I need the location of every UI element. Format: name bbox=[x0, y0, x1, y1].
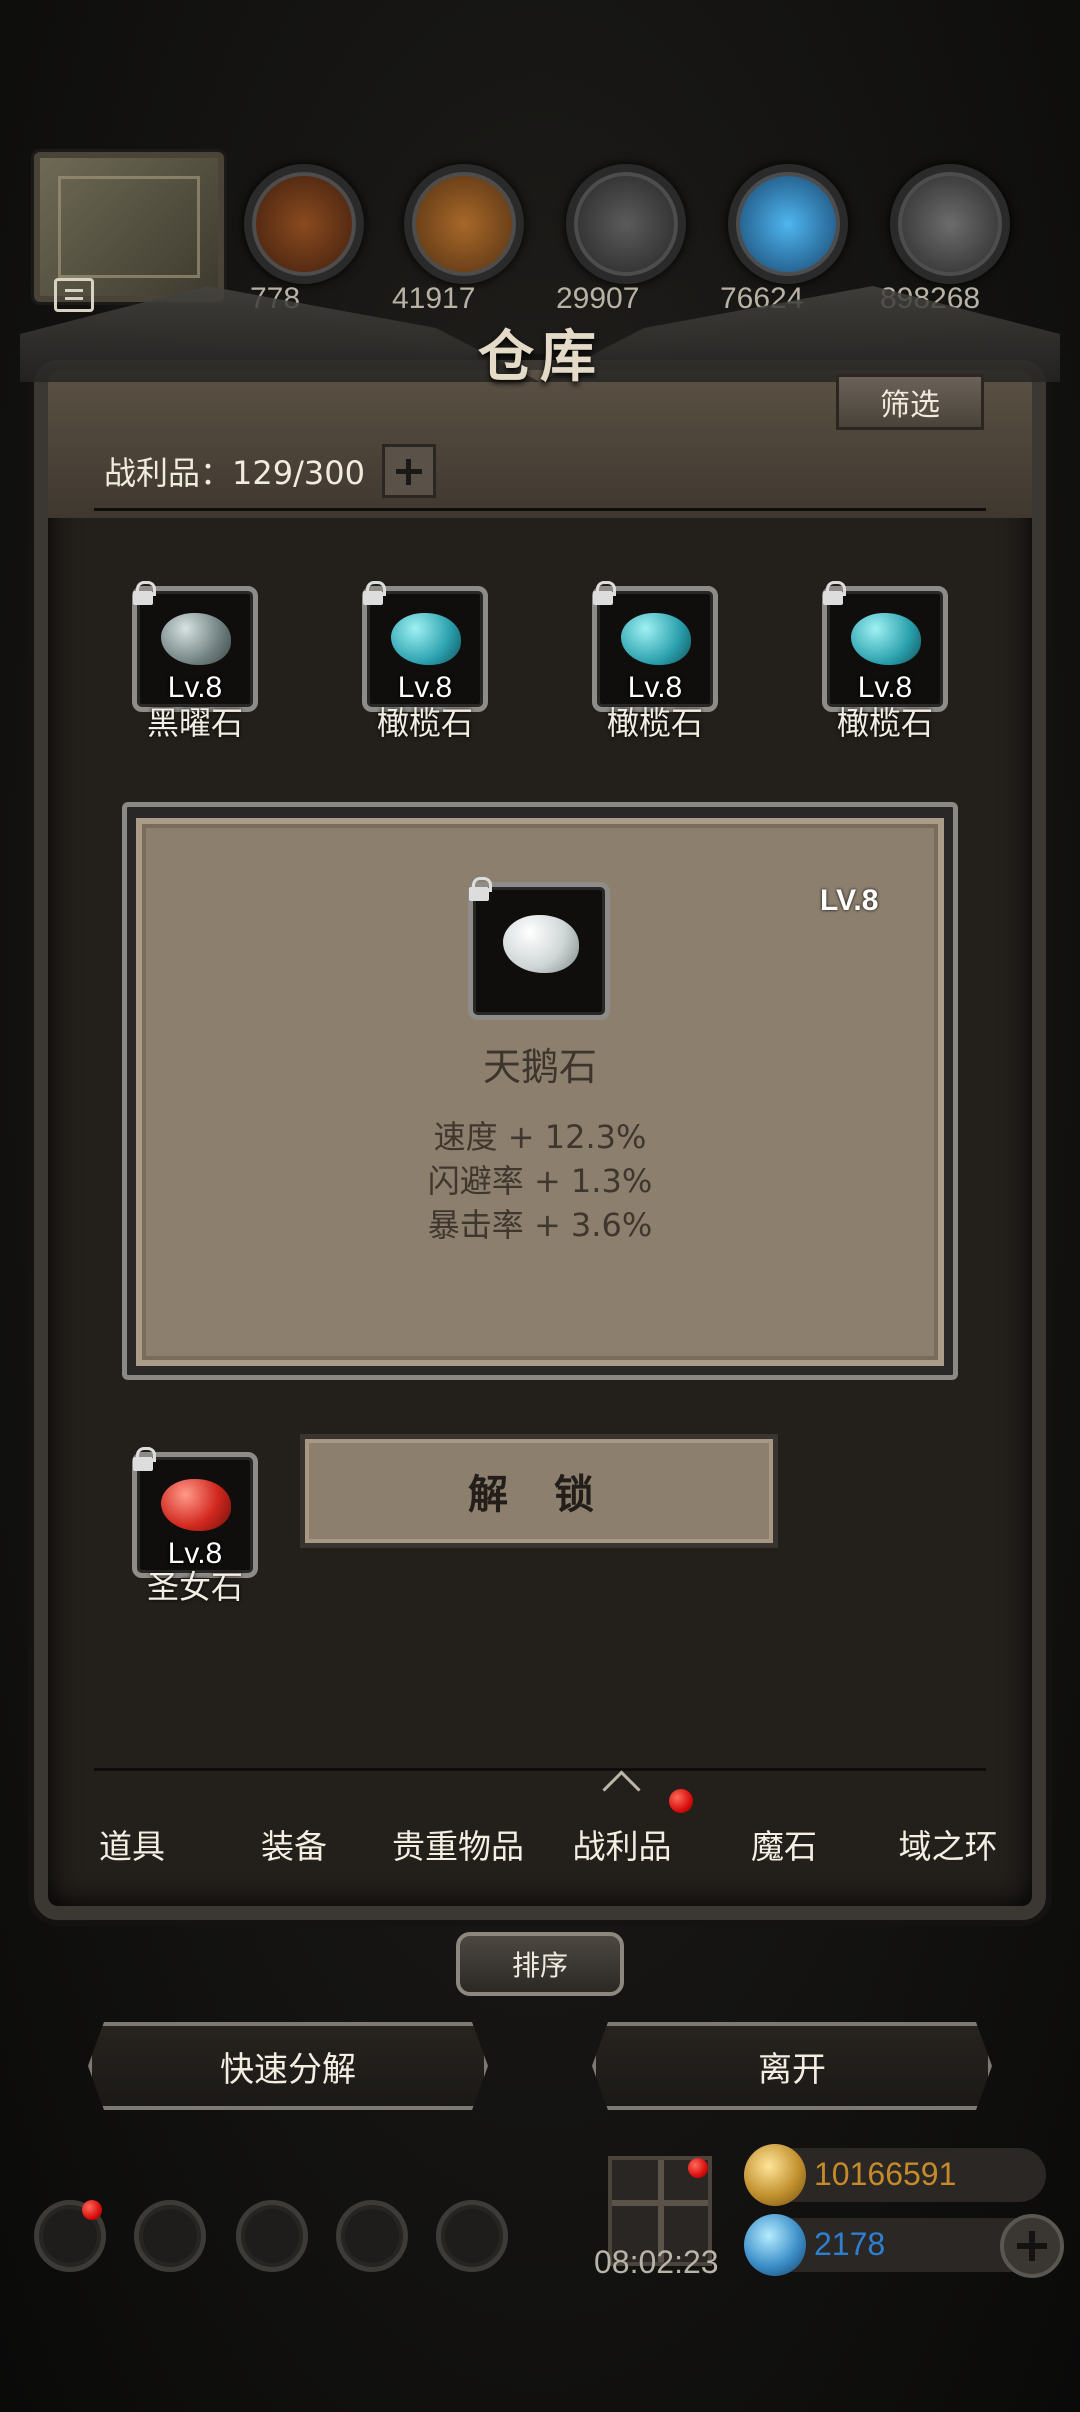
gift-timer: 08:02:23 bbox=[594, 2244, 719, 2280]
tab-items[interactable]: 道具 bbox=[52, 1820, 212, 1868]
swan-gem-icon bbox=[503, 915, 579, 973]
item-name: 圣女石 bbox=[146, 1568, 243, 1606]
wood-resource-icon[interactable] bbox=[244, 164, 364, 284]
diamond-icon bbox=[744, 2214, 806, 2276]
iron-resource-icon[interactable] bbox=[566, 164, 686, 284]
lock-icon bbox=[467, 877, 492, 901]
lock-icon bbox=[131, 1447, 156, 1471]
quick-decompose-button[interactable]: 快速分解 bbox=[88, 2022, 488, 2110]
item-name: 橄榄石 bbox=[836, 704, 933, 742]
divider bbox=[94, 1768, 986, 1771]
item-slot[interactable]: Lv.8 bbox=[822, 581, 948, 712]
crystal-resource-icon[interactable] bbox=[728, 164, 848, 284]
detail-item-level: LV.8 bbox=[820, 884, 879, 917]
gold-coin-icon bbox=[744, 2144, 806, 2206]
plank-resource-icon[interactable] bbox=[404, 164, 524, 284]
map-icon[interactable] bbox=[436, 2200, 508, 2272]
codex-icon[interactable] bbox=[236, 2200, 308, 2272]
notification-dot bbox=[669, 1789, 693, 1813]
saintess-gem-icon bbox=[161, 1479, 231, 1531]
detail-stat: 暴击率 + 3.6% bbox=[427, 1206, 653, 1244]
unlock-button[interactable]: 解 锁 bbox=[300, 1434, 778, 1548]
leave-button[interactable]: 离开 bbox=[592, 2022, 992, 2110]
guild-emblem-icon bbox=[58, 176, 200, 278]
chat-icon[interactable] bbox=[54, 278, 94, 312]
olivine-gem-icon bbox=[391, 613, 461, 665]
detail-stat: 速度 + 12.3% bbox=[433, 1118, 647, 1156]
tab-loot[interactable]: 战利品 bbox=[542, 1820, 702, 1868]
sort-button[interactable]: 排序 bbox=[456, 1932, 624, 1996]
detail-item-slot bbox=[468, 877, 610, 1020]
item-slot[interactable]: Lv.8 bbox=[132, 1447, 258, 1578]
star-icon[interactable] bbox=[134, 2200, 206, 2272]
tab-domain-ring[interactable]: 域之环 bbox=[868, 1820, 1028, 1868]
item-name: 橄榄石 bbox=[606, 704, 703, 742]
item-name: 黑曜石 bbox=[146, 704, 243, 742]
olivine-gem-icon bbox=[851, 613, 921, 665]
item-slot[interactable]: Lv.8 bbox=[362, 581, 488, 712]
lock-icon bbox=[361, 581, 386, 605]
tab-magic-stones[interactable]: 魔石 bbox=[704, 1820, 864, 1868]
detail-stat: 闪避率 + 1.3% bbox=[427, 1162, 653, 1200]
notification-dot bbox=[688, 2158, 708, 2178]
detail-item-name: 天鹅石 bbox=[482, 1045, 597, 1089]
mail-icon[interactable] bbox=[336, 2200, 408, 2272]
filter-button[interactable]: 筛选 bbox=[836, 374, 984, 430]
notification-dot bbox=[82, 2200, 102, 2220]
plank-value: 41917 bbox=[392, 282, 476, 315]
ore-resource-icon[interactable] bbox=[890, 164, 1010, 284]
lock-icon bbox=[821, 581, 846, 605]
tab-valuables[interactable]: 贵重物品 bbox=[378, 1820, 538, 1868]
item-slot[interactable]: Lv.8 bbox=[592, 581, 718, 712]
divider bbox=[94, 508, 986, 511]
olivine-gem-icon bbox=[621, 613, 691, 665]
diamond-amount: 2178 bbox=[814, 2226, 886, 2262]
lock-icon bbox=[131, 581, 156, 605]
expand-capacity-button[interactable] bbox=[382, 444, 436, 498]
item-slot[interactable]: Lv.8 bbox=[132, 581, 258, 712]
obsidian-gem-icon bbox=[161, 613, 231, 665]
iron-value: 29907 bbox=[556, 282, 640, 315]
gold-amount: 10166591 bbox=[814, 2156, 957, 2192]
add-diamonds-button[interactable] bbox=[1000, 2214, 1064, 2278]
item-name: 橄榄石 bbox=[376, 704, 473, 742]
lock-icon bbox=[591, 581, 616, 605]
tab-equipment[interactable]: 装备 bbox=[214, 1820, 374, 1868]
loot-capacity-label: 战利品：129/300 bbox=[104, 454, 365, 492]
